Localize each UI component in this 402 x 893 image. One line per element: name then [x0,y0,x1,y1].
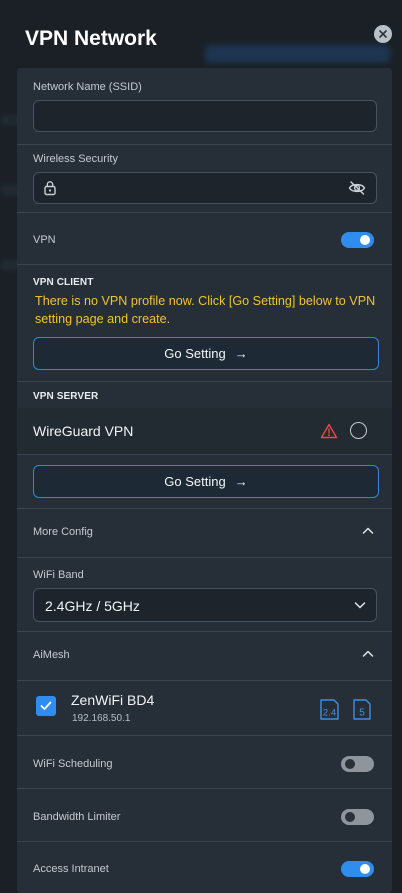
divider [17,557,392,558]
divider [17,788,392,789]
divider [17,264,392,265]
chevron-up-icon[interactable] [362,649,374,659]
vpn-label: VPN [33,234,56,246]
warning-icon [320,423,338,439]
access-intranet-label: Access Intranet [33,863,109,875]
wifi-scheduling-toggle[interactable] [341,756,374,772]
wireless-security-label: Wireless Security [33,153,118,165]
wireless-security-input[interactable] [33,172,377,204]
vpn-client-notice: There is no VPN profile now. Click [Go S… [35,294,376,326]
wireguard-vpn-label: WireGuard VPN [33,423,134,439]
ssid-input[interactable] [33,100,377,132]
aimesh-node-name: ZenWiFi BD4 [71,692,155,708]
aimesh-title: AiMesh [33,649,70,661]
go-setting-label: Go Setting [164,474,226,489]
aimesh-node-ip: 192.168.50.1 [72,713,131,724]
wifi-band-label: WiFi Band [33,569,84,581]
vpn-toggle[interactable] [341,232,374,248]
band-5g-icon: 5 [353,699,371,720]
wireguard-radio[interactable] [350,422,367,439]
band-5g-text: 5 [359,708,365,719]
wifi-band-select[interactable]: 2.4GHz / 5GHz [33,588,377,622]
vpn-server-heading: VPN SERVER [33,391,99,402]
divider [17,735,392,736]
divider [17,841,392,842]
wifi-band-value: 2.4GHz / 5GHz [45,598,140,614]
divider [17,680,392,681]
chevron-up-icon[interactable] [362,526,374,536]
band-2g-icon: 2.4 [320,699,339,720]
access-intranet-toggle[interactable] [341,861,374,877]
bandwidth-limiter-toggle[interactable] [341,809,374,825]
close-icon [379,30,387,38]
vpn-network-panel: Network Name (SSID) Wireless Security VP… [17,68,392,893]
wifi-scheduling-label: WiFi Scheduling [33,758,113,770]
close-button[interactable] [374,25,392,43]
divider [17,212,392,213]
vpn-client-go-setting-button[interactable]: Go Setting → [33,337,379,370]
go-setting-label: Go Setting [164,346,226,361]
band-2g-text: 2.4 [323,708,336,719]
bandwidth-limiter-label: Bandwidth Limiter [33,811,121,823]
vpn-client-heading: VPN CLIENT [33,277,94,288]
divider [17,454,392,455]
dialog-header: VPN Network [0,0,402,70]
check-icon [40,701,52,710]
arrow-right-icon: → [234,474,248,489]
arrow-right-icon: → [234,346,248,361]
divider [17,508,392,509]
divider [17,381,392,382]
more-config-title: More Config [33,526,93,538]
divider [17,631,392,632]
lock-icon [44,181,56,196]
chevron-down-icon [354,602,366,609]
divider [17,144,392,145]
ssid-label: Network Name (SSID) [33,81,142,93]
page-title: VPN Network [25,27,157,50]
eye-off-icon[interactable] [348,180,366,196]
aimesh-node-checkbox[interactable] [36,696,56,716]
vpn-server-go-setting-button[interactable]: Go Setting → [33,465,379,498]
